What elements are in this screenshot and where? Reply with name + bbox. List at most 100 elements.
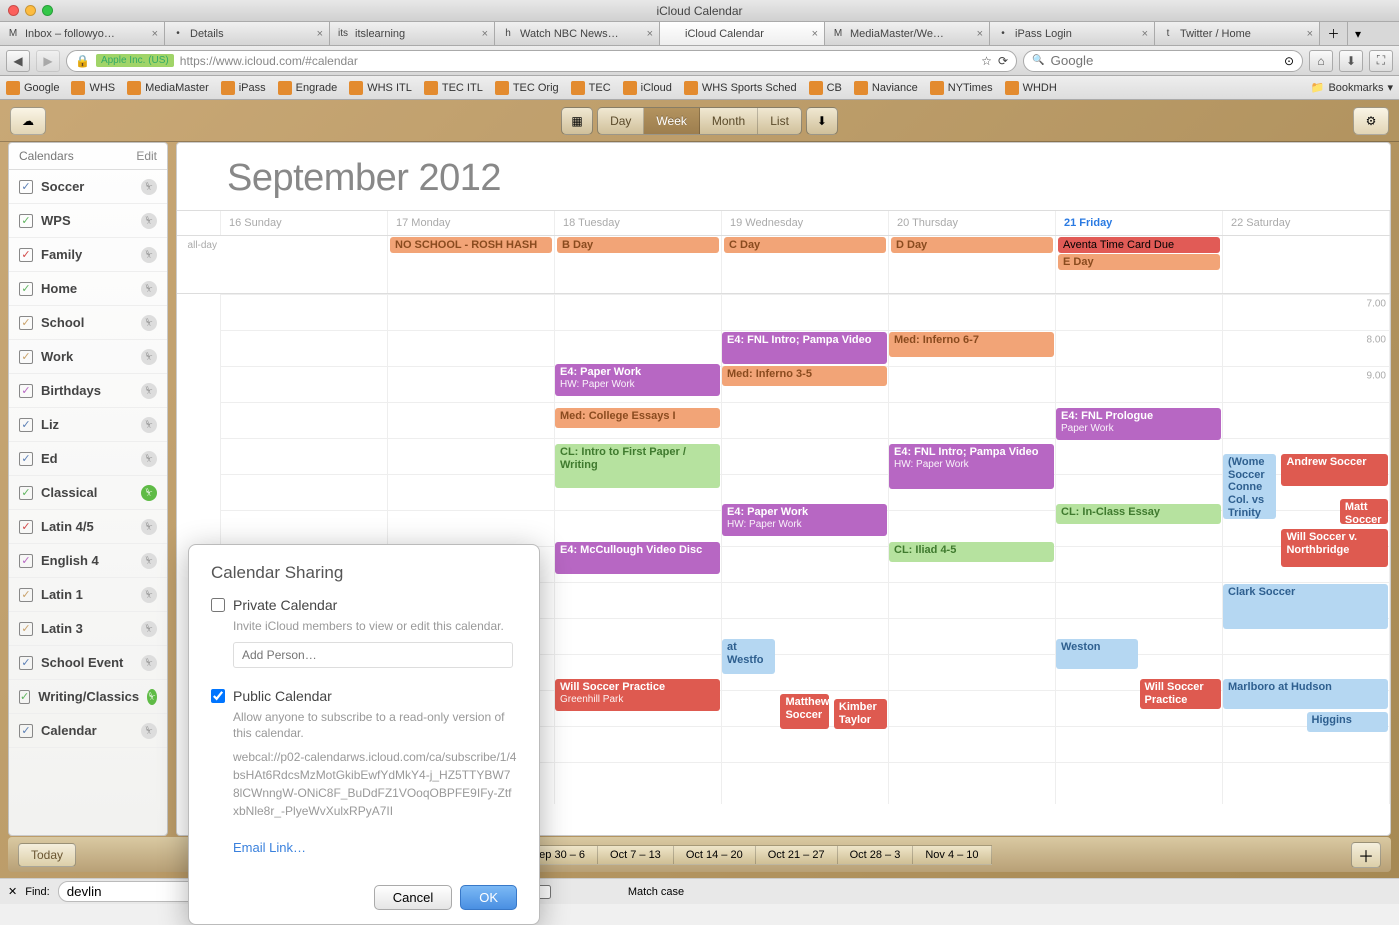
bookmark-item[interactable]: WHS: [71, 81, 115, 95]
close-tab-icon[interactable]: ×: [812, 28, 818, 40]
sidebar-calendar-item[interactable]: ✓Family⏧: [9, 238, 167, 272]
browser-tab[interactable]: •iPass Login×: [990, 22, 1155, 45]
sidebar-calendar-item[interactable]: ✓Latin 1⏧: [9, 578, 167, 612]
calendar-checkbox[interactable]: ✓: [19, 316, 33, 330]
calendar-checkbox[interactable]: ✓: [19, 588, 33, 602]
week-pill[interactable]: Oct 21 – 27: [755, 845, 838, 865]
sidebar-calendar-item[interactable]: ✓Writing/Classics⏧: [9, 680, 167, 714]
calendar-event[interactable]: CL: Iliad 4-5: [889, 542, 1054, 562]
calendar-event[interactable]: Clark Soccer: [1223, 584, 1388, 629]
bookmark-item[interactable]: WHS Sports Sched: [684, 81, 797, 95]
sidebar-calendar-item[interactable]: ✓Work⏧: [9, 340, 167, 374]
calendar-checkbox[interactable]: ✓: [19, 690, 30, 704]
close-tab-icon[interactable]: ×: [647, 28, 653, 40]
tab-overflow-button[interactable]: ▾: [1348, 22, 1368, 45]
sidebar-calendar-item[interactable]: ✓Liz⏧: [9, 408, 167, 442]
calendar-checkbox[interactable]: ✓: [19, 554, 33, 568]
close-tab-icon[interactable]: ×: [152, 28, 158, 40]
browser-tab[interactable]: MInbox – followyo…×: [0, 22, 165, 45]
close-tab-icon[interactable]: ×: [317, 28, 323, 40]
calendar-event[interactable]: CL: In-Class Essay: [1056, 504, 1221, 524]
day-column[interactable]: [1056, 294, 1223, 804]
add-event-button[interactable]: ＋: [1351, 842, 1381, 868]
allday-event[interactable]: Aventa Time Card Due: [1058, 237, 1220, 253]
public-calendar-checkbox[interactable]: Public Calendar: [211, 688, 517, 704]
bookmark-item[interactable]: WHDH: [1005, 81, 1057, 95]
sidebar-calendar-item[interactable]: ✓School⏧: [9, 306, 167, 340]
bookmark-item[interactable]: MediaMaster: [127, 81, 209, 95]
private-calendar-checkbox[interactable]: Private Calendar: [211, 597, 517, 613]
view-week[interactable]: Week: [644, 108, 699, 134]
browser-tab[interactable]: itsitslearning×: [330, 22, 495, 45]
allday-event[interactable]: D Day: [891, 237, 1053, 253]
zoom-window-button[interactable]: [42, 5, 53, 16]
calendar-event[interactable]: CL: Intro to First Paper / Writing: [555, 444, 720, 488]
bookmark-item[interactable]: TEC Orig: [495, 81, 559, 95]
share-download-button[interactable]: ⬇: [806, 107, 838, 135]
back-button[interactable]: ◀: [6, 50, 30, 72]
bookmark-item[interactable]: Engrade: [278, 81, 338, 95]
url-field[interactable]: 🔒 Apple Inc. (US) https://www.icloud.com…: [66, 50, 1017, 72]
mini-calendar-toggle[interactable]: ▦: [561, 107, 593, 135]
reload-icon[interactable]: ⟳: [998, 54, 1008, 68]
search-magnify-icon[interactable]: ⊙: [1284, 54, 1294, 68]
bookmark-item[interactable]: NYTimes: [930, 81, 993, 95]
sidebar-calendar-item[interactable]: ✓English 4⏧: [9, 544, 167, 578]
browser-tab[interactable]: iCloud Calendar×: [660, 22, 825, 45]
sidebar-calendar-item[interactable]: ✓Calendar⏧: [9, 714, 167, 748]
browser-tab[interactable]: MMediaMaster/We…×: [825, 22, 990, 45]
calendar-event[interactable]: Will Soccer v. Northbridge: [1281, 529, 1388, 567]
calendar-event[interactable]: E4: Paper WorkHW: Paper Work: [555, 364, 720, 396]
rss-icon[interactable]: ⏧: [141, 723, 157, 739]
forward-button[interactable]: ▶: [36, 50, 60, 72]
calendar-checkbox[interactable]: ✓: [19, 248, 33, 262]
sidebar-calendar-item[interactable]: ✓Birthdays⏧: [9, 374, 167, 408]
rss-icon[interactable]: ⏧: [141, 587, 157, 603]
calendar-checkbox[interactable]: ✓: [19, 622, 33, 636]
new-tab-button[interactable]: ＋: [1320, 22, 1348, 45]
find-close-icon[interactable]: ✕: [8, 885, 17, 898]
calendar-checkbox[interactable]: ✓: [19, 656, 33, 670]
calendar-event[interactable]: Will Soccer PracticeGreenhill Park: [555, 679, 720, 711]
allday-cell[interactable]: [1223, 236, 1390, 293]
sidebar-calendar-item[interactable]: ✓WPS⏧: [9, 204, 167, 238]
rss-icon[interactable]: ⏧: [141, 315, 157, 331]
rss-icon[interactable]: ⏧: [141, 485, 157, 501]
allday-event[interactable]: E Day: [1058, 254, 1220, 270]
calendar-checkbox[interactable]: ✓: [19, 452, 33, 466]
bookmark-item[interactable]: WHS ITL: [349, 81, 412, 95]
rss-icon[interactable]: ⏧: [141, 417, 157, 433]
calendar-checkbox[interactable]: ✓: [19, 384, 33, 398]
calendar-checkbox[interactable]: ✓: [19, 486, 33, 500]
sidebar-calendar-item[interactable]: ✓Soccer⏧: [9, 170, 167, 204]
rss-icon[interactable]: ⏧: [141, 179, 157, 195]
calendar-checkbox[interactable]: ✓: [19, 418, 33, 432]
week-pill[interactable]: Oct 28 – 3: [837, 845, 914, 865]
sidebar-edit-link[interactable]: Edit: [136, 149, 157, 163]
rss-icon[interactable]: ⏧: [141, 383, 157, 399]
sidebar-calendar-item[interactable]: ✓Ed⏧: [9, 442, 167, 476]
calendar-event[interactable]: Matthew Soccer: [780, 694, 828, 729]
calendar-event[interactable]: Kimber Taylor: [834, 699, 887, 729]
calendar-checkbox[interactable]: ✓: [19, 724, 33, 738]
rss-icon[interactable]: ⏧: [141, 655, 157, 671]
bookmark-item[interactable]: iPass: [221, 81, 266, 95]
close-window-button[interactable]: [8, 5, 19, 16]
sidebar-calendar-item[interactable]: ✓School Event⏧: [9, 646, 167, 680]
reader-icon[interactable]: ☆: [981, 54, 992, 68]
calendar-event[interactable]: E4: Paper WorkHW: Paper Work: [722, 504, 887, 536]
calendar-checkbox[interactable]: ✓: [19, 214, 33, 228]
allday-cell[interactable]: Aventa Time Card DueE Day: [1056, 236, 1223, 293]
rss-icon[interactable]: ⏧: [141, 621, 157, 637]
allday-cell[interactable]: [221, 236, 388, 293]
public-checkbox-input[interactable]: [211, 689, 225, 703]
rss-icon[interactable]: ⏧: [141, 213, 157, 229]
allday-event[interactable]: NO SCHOOL - ROSH HASH: [390, 237, 552, 253]
today-button[interactable]: Today: [18, 843, 76, 867]
view-list[interactable]: List: [758, 108, 801, 134]
rss-icon[interactable]: ⏧: [141, 247, 157, 263]
view-day[interactable]: Day: [598, 108, 644, 134]
bookmark-item[interactable]: Google: [6, 81, 59, 95]
downloads-button[interactable]: ⬇: [1339, 50, 1363, 72]
allday-cell[interactable]: D Day: [889, 236, 1056, 293]
